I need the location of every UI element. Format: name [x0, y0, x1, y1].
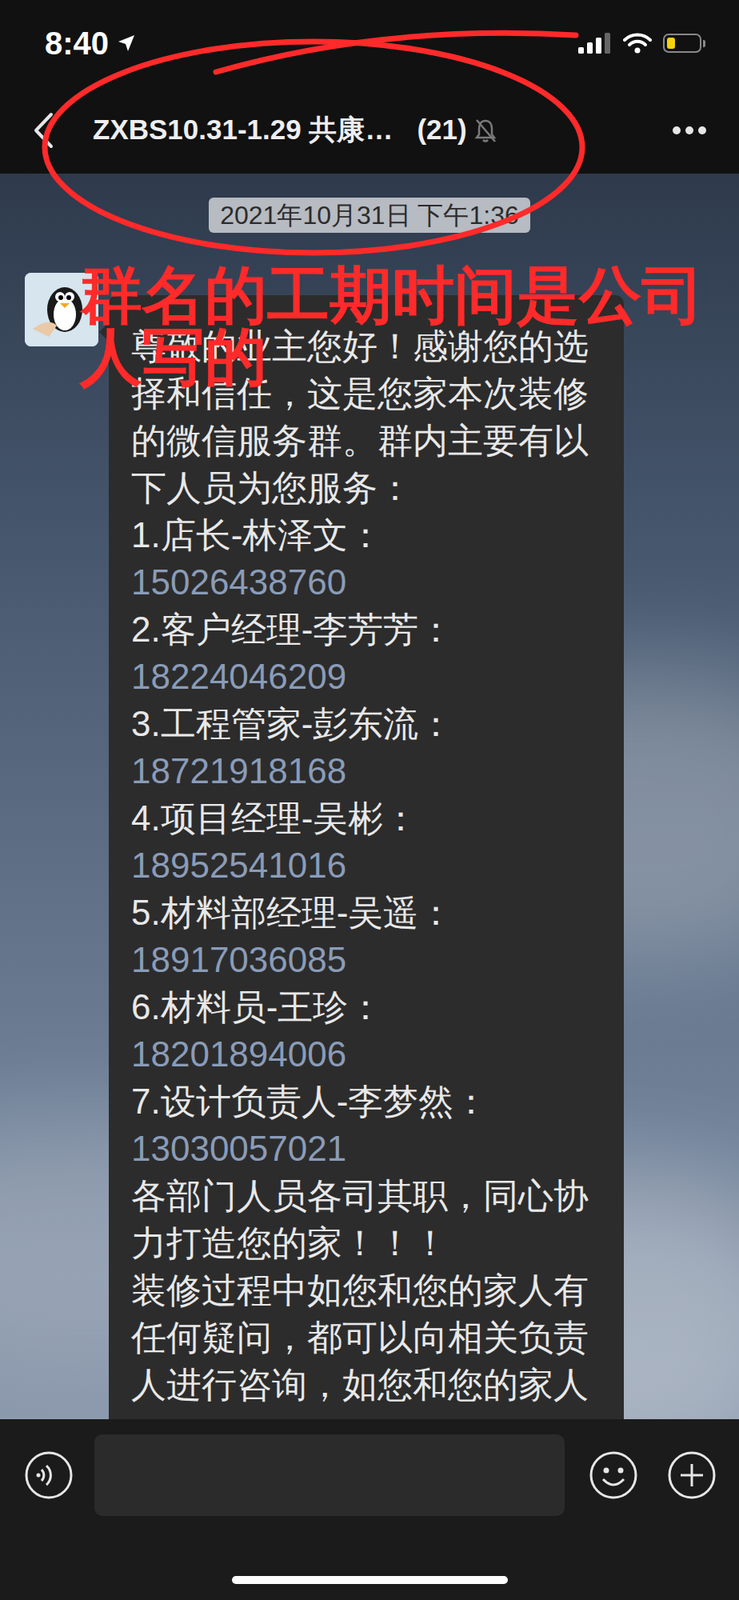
date-row: 2021年10月31日 下午1:36	[0, 197, 739, 233]
home-indicator-row	[0, 1515, 739, 1600]
message-line: 5.材料部经理-吴遥：	[131, 888, 612, 936]
voice-icon[interactable]	[23, 1450, 74, 1500]
message-line: 尊敬的业主您好！感谢您的选	[131, 322, 612, 370]
status-bar: 8:40	[0, 0, 739, 87]
status-left: 8:40	[44, 27, 136, 60]
message-input[interactable]	[94, 1434, 565, 1516]
chat-title: ZXBS10.31-1.29 共康…	[92, 108, 393, 152]
message-row: 尊敬的业主您好！感谢您的选择和信任，这是您家本次装修的微信服务群。群内主要有以下…	[0, 272, 739, 1419]
message-line: 7.设计负责人-李梦然：	[131, 1077, 612, 1125]
message-line: 择和信任，这是您家本次装修	[131, 369, 612, 417]
phone-number[interactable]: 18952541016	[131, 841, 612, 889]
more-dots-icon[interactable]	[671, 125, 708, 136]
penguin-avatar-icon	[24, 272, 99, 347]
phone-number[interactable]: 15026438760	[131, 558, 612, 606]
message-line: 3.工程管家-彭东流：	[131, 699, 612, 747]
phone-number[interactable]: 13030057021	[131, 1124, 612, 1172]
phone-number[interactable]: 18721918168	[131, 746, 612, 795]
location-arrow-icon	[116, 33, 136, 53]
date-label: 2021年10月31日 下午1:36	[208, 197, 531, 233]
home-indicator	[231, 1575, 508, 1584]
battery-track	[663, 33, 702, 53]
phone-number[interactable]: 18224046209	[131, 652, 612, 700]
message-line: 各部门人员各司其职，同心协	[131, 1171, 612, 1219]
plus-icon[interactable]	[667, 1450, 717, 1500]
message-line: 的微信服务群。群内主要有以	[131, 416, 612, 464]
muted-bell-icon	[473, 117, 498, 144]
clock: 8:40	[44, 27, 109, 60]
message-line: 下人员为您服务：	[131, 463, 612, 512]
back-chevron-icon[interactable]	[31, 111, 55, 149]
input-row	[0, 1434, 739, 1516]
message-line: 6.材料员-王珍：	[131, 982, 612, 1031]
phone-screen: 8:40 ZXBS10.31-1.29 共康… (21) 2021年10月31日 下午…	[0, 0, 739, 1600]
message-line: 装修过程中如您和您的家人有	[131, 1266, 612, 1314]
input-panel	[0, 1418, 739, 1600]
signal-icon	[578, 32, 612, 54]
red-circle-annotation-icon	[0, 0, 739, 272]
battery-tip	[703, 39, 706, 48]
wifi-icon	[623, 32, 652, 54]
member-count: (21)	[416, 108, 467, 152]
sender-avatar[interactable]	[24, 272, 99, 347]
message-line: 力打造您的家！！！	[131, 1218, 612, 1267]
battery	[663, 33, 706, 53]
annotation-text: 群名的工期时间是公司人写的	[79, 264, 720, 388]
message-bubble: 尊敬的业主您好！感谢您的选择和信任，这是您家本次装修的微信服务群。群内主要有以下…	[108, 295, 624, 1419]
message-line: 4.项目经理-吴彬：	[131, 794, 612, 842]
phone-number[interactable]: 18201894006	[131, 1030, 612, 1078]
status-right	[578, 32, 706, 54]
message-line: 任何疑问，都可以向相关负责	[131, 1313, 612, 1361]
chat-area: 2021年10月31日 下午1:36 尊敬的业主您好！感谢您的选择和信任，这是您家…	[0, 173, 739, 1419]
bubble-tail	[99, 322, 109, 342]
message-line: 1.店长-林泽文：	[131, 511, 612, 559]
message-line: 2.客户经理-李芳芳：	[131, 605, 612, 653]
message-line: 人进行咨询，如您和您的家人	[131, 1360, 612, 1408]
battery-fill	[667, 37, 676, 49]
emoji-icon[interactable]	[588, 1450, 639, 1500]
nav-bar: ZXBS10.31-1.29 共康… (21)	[0, 86, 739, 174]
phone-number[interactable]: 18917036085	[131, 935, 612, 983]
